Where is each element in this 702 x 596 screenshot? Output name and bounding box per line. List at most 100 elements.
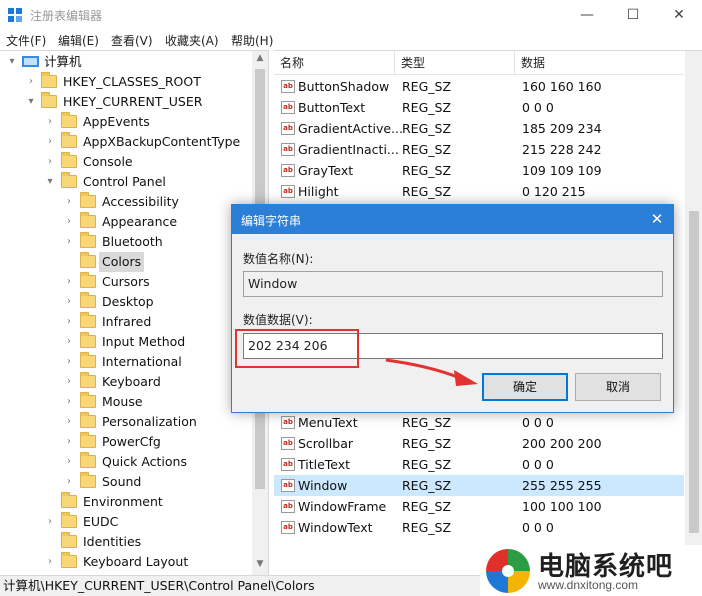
menu-view[interactable]: 查看(V) (111, 32, 153, 49)
ok-button[interactable]: 确定 (482, 373, 568, 401)
chevron-up-icon[interactable]: ▲ (252, 53, 268, 63)
list-row[interactable]: ab GrayText REG_SZ 109 109 109 (274, 160, 684, 181)
folder-icon (80, 472, 96, 488)
tree-label: Bluetooth (102, 234, 163, 249)
value-type: REG_SZ (402, 163, 452, 178)
chevron-right-icon[interactable]: › (25, 72, 37, 92)
chevron-right-icon[interactable]: › (44, 112, 56, 132)
list-scrollbar[interactable]: ▼ (685, 51, 702, 575)
folder-icon (80, 192, 96, 208)
string-value-icon: ab (281, 143, 295, 156)
string-value-icon: ab (281, 164, 295, 177)
list-row[interactable]: ab Hilight REG_SZ 0 120 215 (274, 181, 684, 202)
menu-edit[interactable]: 编辑(E) (58, 32, 99, 49)
close-button[interactable]: ✕ (656, 0, 702, 30)
column-header-type[interactable]: 类型 (395, 51, 515, 75)
chevron-right-icon[interactable]: › (63, 352, 75, 372)
value-name: GradientInacti... (298, 142, 399, 157)
chevron-right-icon[interactable]: › (63, 192, 75, 212)
tree-label: Identities (83, 534, 142, 549)
value-data: 100 100 100 (522, 499, 602, 514)
folder-icon (61, 152, 77, 168)
folder-icon (41, 72, 57, 88)
window-title: 注册表编辑器 (30, 9, 103, 23)
chevron-right-icon[interactable]: › (63, 372, 75, 392)
chevron-right-icon[interactable]: › (63, 272, 75, 292)
folder-icon (80, 452, 96, 468)
cancel-button[interactable]: 取消 (575, 373, 661, 401)
dialog-close-icon[interactable]: ✕ (641, 205, 673, 234)
list-row[interactable]: ab ButtonText REG_SZ 0 0 0 (274, 97, 684, 118)
value-data: 215 228 242 (522, 142, 602, 157)
tree-label: Personalization (102, 414, 197, 429)
value-name: ButtonShadow (298, 79, 390, 94)
chevron-down-icon[interactable]: ▾ (6, 52, 18, 72)
list-row[interactable]: ab WindowText REG_SZ 0 0 0 (274, 517, 684, 538)
string-value-icon: ab (281, 458, 295, 471)
list-row-window[interactable]: ab Window REG_SZ 255 255 255 (274, 475, 684, 496)
value-type: REG_SZ (402, 184, 452, 199)
value-type: REG_SZ (402, 520, 452, 535)
chevron-right-icon[interactable]: › (63, 232, 75, 252)
value-type: REG_SZ (402, 415, 452, 430)
value-type: REG_SZ (402, 478, 452, 493)
column-header-name[interactable]: 名称 (274, 51, 395, 75)
list-row[interactable]: ab GradientActive... REG_SZ 185 209 234 (274, 118, 684, 139)
tree-label: EUDC (83, 514, 119, 529)
chevron-right-icon[interactable]: › (63, 432, 75, 452)
chevron-right-icon[interactable]: › (63, 472, 75, 492)
value-data: 0 0 0 (522, 457, 554, 472)
column-header-data[interactable]: 数据 (515, 51, 684, 75)
chevron-right-icon[interactable]: › (63, 412, 75, 432)
list-row[interactable]: ab MenuText REG_SZ 0 0 0 (274, 412, 684, 433)
chevron-right-icon[interactable]: › (63, 312, 75, 332)
registry-tree[interactable]: ▾ 计算机 › HKEY_CLASSES_ROOT ▾ HKEY_CURRENT… (0, 50, 269, 575)
tree-label: Accessibility (102, 194, 179, 209)
chevron-right-icon[interactable]: › (44, 512, 56, 532)
tree-label: HKEY_CURRENT_USER (63, 94, 203, 109)
scrollbar-thumb[interactable] (689, 211, 699, 533)
folder-icon (61, 512, 77, 528)
list-header: 名称 类型 数据 (274, 51, 684, 75)
highlight-box (235, 329, 359, 368)
title-bar: 注册表编辑器 — ☐ ✕ (0, 0, 702, 30)
value-name: GrayText (298, 163, 354, 178)
folder-icon (61, 552, 77, 568)
dialog-title: 编辑字符串 (241, 214, 302, 228)
chevron-right-icon[interactable]: › (63, 292, 75, 312)
chevron-right-icon[interactable]: › (44, 132, 56, 152)
minimize-button[interactable]: — (564, 0, 610, 30)
list-row[interactable]: ab ButtonShadow REG_SZ 160 160 160 (274, 76, 684, 97)
chevron-right-icon[interactable]: › (63, 392, 75, 412)
tree-label: Control Panel (83, 174, 166, 189)
list-row[interactable]: ab TitleText REG_SZ 0 0 0 (274, 454, 684, 475)
chevron-right-icon[interactable]: › (63, 332, 75, 352)
chevron-right-icon[interactable]: › (44, 552, 56, 572)
maximize-button[interactable]: ☐ (610, 0, 656, 30)
folder-icon (61, 172, 77, 188)
menu-favorites[interactable]: 收藏夹(A) (165, 32, 219, 49)
value-data: 185 209 234 (522, 121, 602, 136)
tree-label: Appearance (102, 214, 178, 229)
value-data: 0 120 215 (522, 184, 586, 199)
red-arrow-icon (385, 358, 478, 386)
chevron-down-icon[interactable]: ▾ (25, 92, 37, 112)
chevron-down-icon[interactable]: ▼ (252, 559, 268, 569)
tree-label: PowerCfg (102, 434, 161, 449)
value-data: 255 255 255 (522, 478, 602, 493)
folder-icon (61, 492, 77, 508)
list-row[interactable]: ab Scrollbar REG_SZ 200 200 200 (274, 433, 684, 454)
folder-icon (80, 392, 96, 408)
chevron-right-icon[interactable]: › (63, 212, 75, 232)
list-row[interactable]: ab GradientInacti... REG_SZ 215 228 242 (274, 139, 684, 160)
list-row[interactable]: ab WindowFrame REG_SZ 100 100 100 (274, 496, 684, 517)
chevron-right-icon[interactable]: › (44, 152, 56, 172)
tree-label: Cursors (102, 274, 150, 289)
value-type: REG_SZ (402, 121, 452, 136)
tree-label: Environment (83, 494, 163, 509)
menu-file[interactable]: 文件(F) (6, 32, 46, 49)
chevron-right-icon[interactable]: › (63, 452, 75, 472)
chevron-down-icon[interactable]: ▾ (44, 172, 56, 192)
menu-help[interactable]: 帮助(H) (231, 32, 273, 49)
string-value-icon: ab (281, 521, 295, 534)
